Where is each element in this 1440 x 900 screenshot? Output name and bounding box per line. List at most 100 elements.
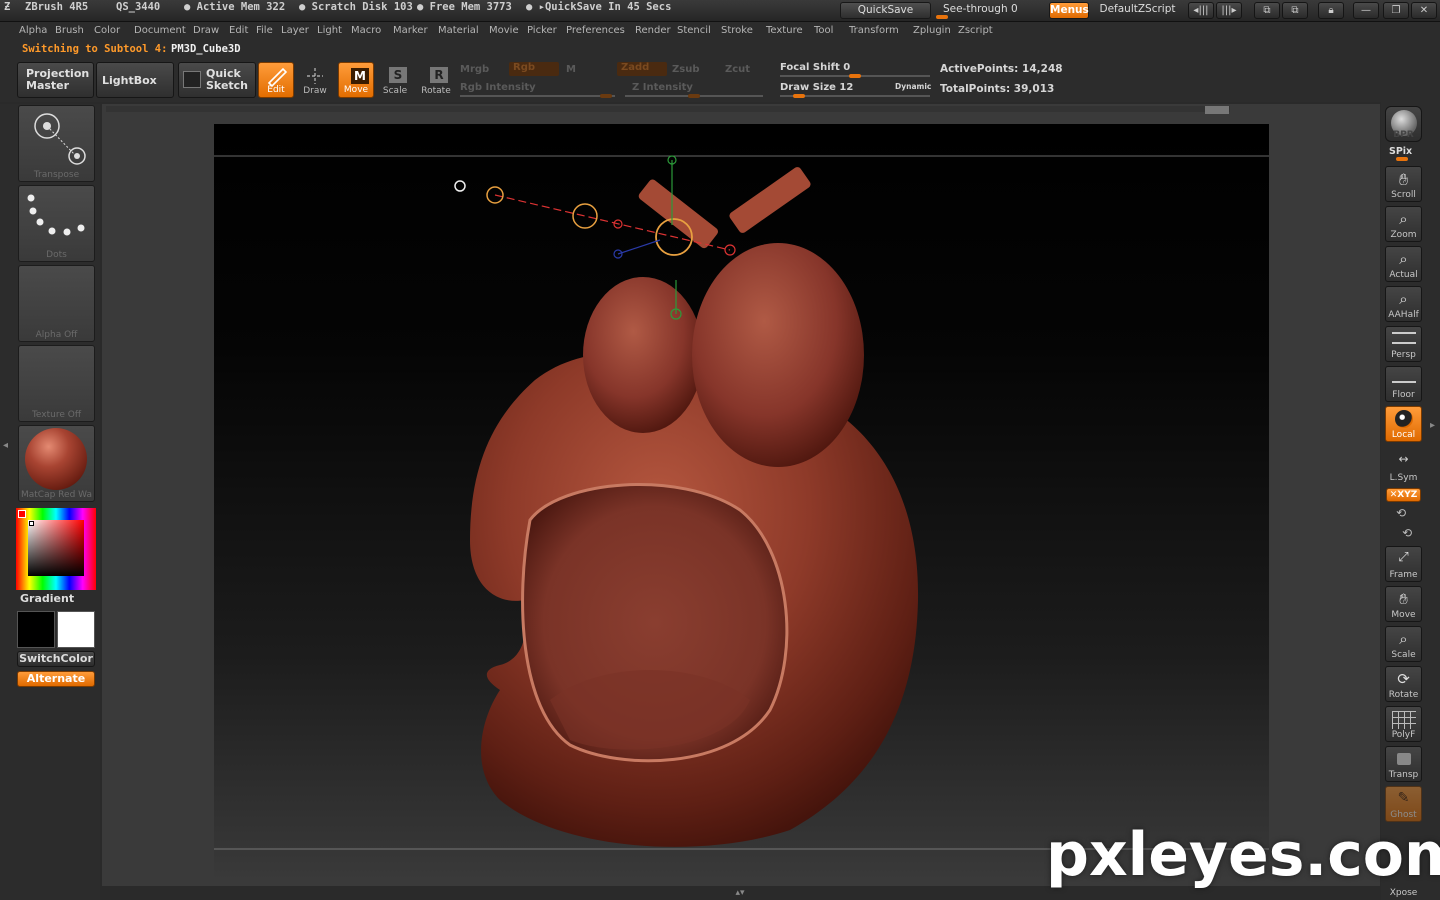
menu-stencil[interactable]: Stencil — [677, 25, 711, 36]
zcut-button[interactable]: Zcut — [725, 64, 750, 75]
rgb-intensity-slider[interactable]: Rgb Intensity — [460, 82, 536, 93]
menu-document[interactable]: Document — [134, 25, 186, 36]
edit-button[interactable]: Edit — [258, 62, 294, 98]
dynamic-toggle[interactable]: Dynamic — [895, 82, 931, 91]
rgb-button[interactable]: Rgb — [509, 62, 559, 76]
lsym-button[interactable]: ↔ L.Sym — [1385, 448, 1422, 484]
draw-button[interactable]: Draw — [297, 62, 333, 98]
move-view-button[interactable]: ✋︎ Move — [1385, 586, 1422, 622]
alternate-button[interactable]: Alternate — [17, 671, 95, 687]
left-eyebrow[interactable] — [637, 178, 720, 250]
transp-button[interactable]: Transp — [1385, 746, 1422, 782]
xyz-button[interactable]: ✕XYZ — [1386, 488, 1421, 502]
menu-marker[interactable]: Marker — [393, 25, 428, 36]
draw-size-knob[interactable] — [793, 94, 805, 98]
layout-prev-icon[interactable]: ◂||| — [1188, 2, 1214, 19]
color-picker-square[interactable] — [28, 520, 84, 576]
z-intensity-slider[interactable]: Z Intensity — [632, 82, 693, 93]
rotate-button[interactable]: R Rotate — [418, 62, 454, 98]
polyf-button[interactable]: PolyF — [1385, 706, 1422, 742]
menu-material[interactable]: Material — [438, 25, 479, 36]
canvas-scrollbar-track[interactable] — [106, 106, 1230, 112]
ghost-button[interactable]: ✎ Ghost — [1385, 786, 1422, 822]
switch-color-button[interactable]: SwitchColor — [17, 651, 95, 667]
menu-transform[interactable]: Transform — [849, 25, 899, 36]
close-icon[interactable]: ✕ — [1411, 2, 1437, 19]
layout-next-icon[interactable]: |||▸ — [1216, 2, 1242, 19]
right-tray-toggle-icon[interactable]: ▸ — [1430, 420, 1438, 450]
texture-tile[interactable]: Texture Off — [18, 345, 95, 422]
scale-view-button[interactable]: ⌕ Scale — [1385, 626, 1422, 662]
default-zscript[interactable]: DefaultZScript — [1091, 2, 1184, 19]
see-through-knob[interactable] — [936, 15, 948, 19]
frame-button[interactable]: ⤢ Frame — [1385, 546, 1422, 582]
move-button[interactable]: M Move — [338, 62, 374, 98]
focal-shift-knob[interactable] — [849, 74, 861, 78]
rotate-y-icon[interactable]: ⟲ — [1396, 506, 1406, 520]
material-tile[interactable]: MatCap Red Wa — [18, 425, 95, 502]
document-viewport[interactable] — [214, 124, 1269, 882]
local-button[interactable]: Local — [1385, 406, 1422, 442]
restore-ui-icon[interactable]: ⧉ — [1254, 2, 1280, 19]
menu-file[interactable]: File — [256, 25, 273, 36]
menu-tool[interactable]: Tool — [814, 25, 833, 36]
menu-edit[interactable]: Edit — [229, 25, 248, 36]
menu-color[interactable]: Color — [94, 25, 120, 36]
persp-button[interactable]: Persp — [1385, 326, 1422, 362]
color-value-marker[interactable] — [29, 521, 34, 526]
bpr-button[interactable]: BPR — [1385, 106, 1422, 142]
zadd-button[interactable]: Zadd — [617, 62, 667, 76]
menu-macro[interactable]: Macro — [351, 25, 381, 36]
quick-sketch-button[interactable]: Quick Sketch — [178, 62, 256, 98]
rotate-view-button[interactable]: ⟳ Rotate — [1385, 666, 1422, 702]
menu-draw[interactable]: Draw — [193, 25, 219, 36]
left-tray-toggle-icon[interactable]: ◂ — [3, 440, 11, 470]
creature-left-eye[interactable] — [583, 277, 703, 433]
color-picker[interactable] — [16, 508, 96, 590]
dots-stroke-tile[interactable]: Dots — [18, 185, 95, 262]
menus-button[interactable]: Menus — [1049, 2, 1089, 19]
scale-button[interactable]: S Scale — [377, 62, 413, 98]
see-through-slider[interactable]: See-through 0 — [935, 2, 1043, 19]
menu-stroke[interactable]: Stroke — [721, 25, 753, 36]
m-button[interactable]: M — [566, 64, 576, 75]
swap-ui-icon[interactable]: ⧉ — [1282, 2, 1308, 19]
menu-light[interactable]: Light — [317, 25, 342, 36]
canvas-scrollbar-thumb[interactable] — [1205, 106, 1229, 114]
menu-render[interactable]: Render — [635, 25, 671, 36]
lightbox-button[interactable]: LightBox — [96, 62, 174, 98]
main-color-swatch[interactable] — [17, 611, 55, 648]
menu-alpha[interactable]: Alpha — [19, 25, 47, 36]
spix-slider[interactable]: SPix — [1389, 146, 1412, 157]
quicksave-button[interactable]: QuickSave — [840, 2, 931, 19]
minimize-icon[interactable]: — — [1353, 2, 1379, 19]
menu-layer[interactable]: Layer — [281, 25, 309, 36]
menu-texture[interactable]: Texture — [766, 25, 803, 36]
zsub-button[interactable]: Zsub — [672, 64, 699, 75]
spix-knob[interactable] — [1396, 157, 1408, 161]
rgb-intensity-track[interactable] — [460, 95, 615, 97]
floor-button[interactable]: Floor — [1385, 366, 1422, 402]
transpose-brush-tile[interactable]: Transpose — [18, 105, 95, 182]
zoom-button[interactable]: ⌕ Zoom — [1385, 206, 1422, 242]
rgb-intensity-knob[interactable] — [600, 94, 612, 98]
creature-right-eye[interactable] — [692, 243, 864, 467]
menu-brush[interactable]: Brush — [55, 25, 84, 36]
menu-preferences[interactable]: Preferences — [566, 25, 625, 36]
menu-zscript[interactable]: Zscript — [958, 25, 993, 36]
maximize-icon[interactable]: ❐ — [1383, 2, 1409, 19]
bottom-tray-toggle-icon[interactable]: ▴▾ — [680, 888, 800, 898]
alpha-tile[interactable]: Alpha Off — [18, 265, 95, 342]
actual-button[interactable]: ⌕ Actual — [1385, 246, 1422, 282]
rotate-z-icon[interactable]: ⟲ — [1402, 526, 1412, 540]
color-hue-marker[interactable] — [18, 510, 26, 518]
projection-master-button[interactable]: Projection Master — [17, 62, 94, 98]
aahalf-button[interactable]: ⌕ AAHalf — [1385, 286, 1422, 322]
menu-movie[interactable]: Movie — [489, 25, 519, 36]
lock-icon[interactable]: 🔒︎ — [1318, 2, 1344, 19]
scroll-button[interactable]: ✋︎ Scroll — [1385, 166, 1422, 202]
right-eyebrow[interactable] — [728, 166, 812, 235]
draw-size-slider[interactable]: Draw Size 12 — [780, 82, 853, 93]
z-intensity-knob[interactable] — [688, 94, 700, 98]
mrgb-button[interactable]: Mrgb — [460, 64, 489, 75]
